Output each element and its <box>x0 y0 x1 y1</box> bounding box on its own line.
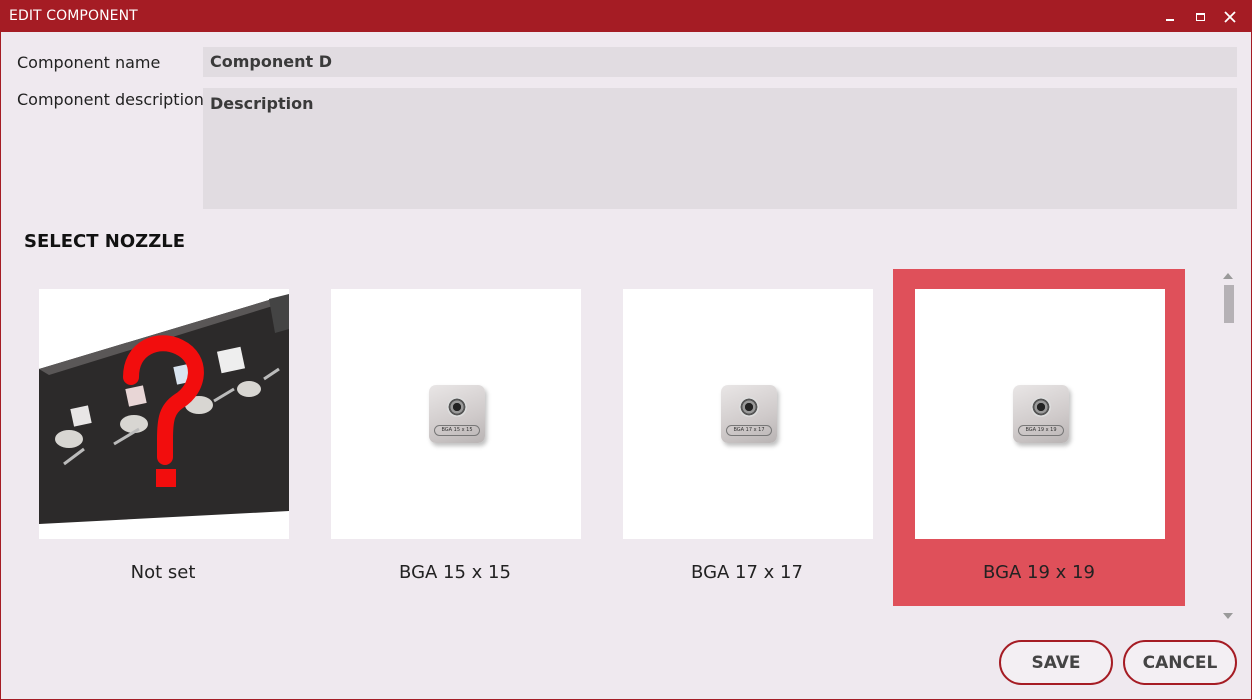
nozzle-chip-icon: BGA 19 x 19 <box>1013 385 1069 443</box>
cancel-button[interactable]: CANCEL <box>1123 640 1237 685</box>
scroll-up-arrow-icon[interactable] <box>1223 273 1233 279</box>
nozzle-option-label: BGA 17 x 17 <box>691 562 803 583</box>
nozzle-option-not-set[interactable]: Not set <box>17 269 309 606</box>
nozzle-image: BGA 17 x 17 <box>623 289 873 539</box>
nozzle-option-label: BGA 19 x 19 <box>983 562 1095 583</box>
question-mark-tray-image <box>39 289 289 539</box>
nozzle-option-bga-15[interactable]: BGA 15 x 15 BGA 15 x 15 <box>309 269 601 606</box>
maximize-icon[interactable] <box>1185 1 1215 32</box>
nozzle-option-label: BGA 15 x 15 <box>399 562 511 583</box>
nozzle-image: BGA 19 x 19 <box>915 289 1165 539</box>
nozzle-option-bga-17[interactable]: BGA 17 x 17 BGA 17 x 17 <box>601 269 893 606</box>
nozzle-option-label: Not set <box>130 562 196 583</box>
save-button[interactable]: SAVE <box>999 640 1113 685</box>
title-bar[interactable]: EDIT COMPONENT <box>1 1 1251 32</box>
component-description-label: Component description <box>17 90 204 109</box>
edit-component-window: EDIT COMPONENT Component name Component … <box>0 0 1252 700</box>
nozzle-chip-icon: BGA 15 x 15 <box>429 385 485 443</box>
window-title: EDIT COMPONENT <box>9 8 138 24</box>
nozzle-option-bga-19[interactable]: BGA 19 x 19 BGA 19 x 19 <box>893 269 1185 606</box>
component-description-field[interactable]: Description <box>203 88 1237 209</box>
nozzle-chip-icon: BGA 17 x 17 <box>721 385 777 443</box>
nozzle-image: BGA 15 x 15 <box>331 289 581 539</box>
select-nozzle-title: SELECT NOZZLE <box>24 231 186 252</box>
component-name-field[interactable]: Component D <box>203 47 1237 77</box>
component-name-label: Component name <box>17 53 161 72</box>
scrollbar-thumb[interactable] <box>1224 285 1234 323</box>
minimize-icon[interactable] <box>1155 1 1185 32</box>
close-icon[interactable] <box>1215 1 1245 32</box>
scroll-down-arrow-icon[interactable] <box>1223 613 1233 619</box>
